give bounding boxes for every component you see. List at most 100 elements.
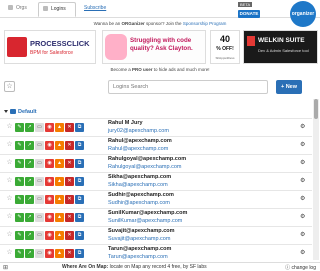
delete-icon[interactable]: ✕ <box>65 141 74 150</box>
delete-icon[interactable]: ✕ <box>65 213 74 222</box>
open-icon[interactable]: ↗ <box>25 213 34 222</box>
delete-icon[interactable]: ✕ <box>65 159 74 168</box>
card-icon[interactable]: ▭ <box>35 195 44 204</box>
login-username[interactable]: Sudhir@apexchamp.com <box>108 200 170 206</box>
lock-icon[interactable]: ▲ <box>55 213 64 222</box>
change-log-link[interactable]: ⓘ change log <box>285 264 316 271</box>
card-icon[interactable]: ▭ <box>35 213 44 222</box>
edit-icon[interactable]: ✎ <box>15 213 24 222</box>
open-icon[interactable]: ↗ <box>25 195 34 204</box>
copy-icon[interactable]: ⧉ <box>75 249 84 258</box>
delete-icon[interactable]: ✕ <box>65 123 74 132</box>
scrollbar[interactable] <box>313 99 319 260</box>
pro-user-link[interactable]: PRO user <box>132 67 153 72</box>
login-username[interactable]: Sikha@apexchamp.com <box>108 182 168 188</box>
login-row[interactable]: ☆ ✎ ↗ ▭ ◉ ▲ ✕ ⧉ Rahul M Jury jury02@apexchamp.com… <box>0 118 312 136</box>
login-row[interactable]: ☆ ✎ ↗ ▭ ◉ ▲ ✕ ⧉ Rahulgoyal@apexchamp.com Rahulgoy… <box>0 154 312 172</box>
card-icon[interactable]: ▭ <box>35 231 44 240</box>
edit-icon[interactable]: ✎ <box>15 141 24 150</box>
favorite-star-icon[interactable]: ☆ <box>6 177 13 186</box>
gears-icon[interactable]: ⚙ <box>300 177 305 184</box>
scrollbar-thumb[interactable] <box>314 99 318 119</box>
incognito-icon[interactable]: ◉ <box>45 195 54 204</box>
copy-icon[interactable]: ⧉ <box>75 159 84 168</box>
login-username[interactable]: Rahulgoyal@apexchamp.com <box>108 164 181 170</box>
login-row[interactable]: ☆ ✎ ↗ ▭ ◉ ▲ ✕ ⧉ Tarun@apexchamp.com Tarun@apexcha… <box>0 244 312 260</box>
new-login-button[interactable]: + New <box>276 80 302 94</box>
incognito-icon[interactable]: ◉ <box>45 141 54 150</box>
copy-icon[interactable]: ⧉ <box>75 141 84 150</box>
ad-clayton[interactable]: Struggling with code quality? Ask Clayto… <box>102 30 206 64</box>
ad-discount[interactable]: 40 % OFF! SFApps4Devs <box>210 30 240 64</box>
favorite-star-icon[interactable]: ☆ <box>6 195 13 204</box>
lock-icon[interactable]: ▲ <box>55 177 64 186</box>
login-username[interactable]: jury02@apexchamp.com <box>108 128 169 134</box>
incognito-icon[interactable]: ◉ <box>45 177 54 186</box>
gears-icon[interactable]: ⚙ <box>300 123 305 130</box>
lock-icon[interactable]: ▲ <box>55 195 64 204</box>
open-icon[interactable]: ↗ <box>25 141 34 150</box>
delete-icon[interactable]: ✕ <box>65 195 74 204</box>
incognito-icon[interactable]: ◉ <box>45 123 54 132</box>
card-icon[interactable]: ▭ <box>35 249 44 258</box>
ad-processclick[interactable]: PROCESSCLICK BPM for Salesforce <box>4 30 96 64</box>
lock-icon[interactable]: ▲ <box>55 123 64 132</box>
donate-button[interactable]: DONATE <box>238 10 260 18</box>
gears-icon[interactable]: ⚙ <box>300 249 305 256</box>
card-icon[interactable]: ▭ <box>35 159 44 168</box>
ad-welkin-suite[interactable]: WELKIN SUITE Dev & Admin Salesforce tool <box>243 30 318 64</box>
edit-icon[interactable]: ✎ <box>15 177 24 186</box>
open-icon[interactable]: ↗ <box>25 231 34 240</box>
sponsorship-link[interactable]: Sponsorship Program <box>183 21 227 26</box>
login-row[interactable]: ☆ ✎ ↗ ▭ ◉ ▲ ✕ ⧉ Sudhir@apexchamp.com Sudhir@apexc… <box>0 190 312 208</box>
delete-icon[interactable]: ✕ <box>65 231 74 240</box>
incognito-icon[interactable]: ◉ <box>45 159 54 168</box>
favorite-star-icon[interactable]: ☆ <box>6 249 13 258</box>
login-username[interactable]: Suvajit@apexchamp.com <box>108 236 170 242</box>
gears-icon[interactable]: ⚙ <box>300 159 305 166</box>
login-username[interactable]: Rahul@apexchamp.com <box>108 146 168 152</box>
tab-subscribe[interactable]: Subscribe <box>80 2 110 17</box>
login-username[interactable]: Tarun@apexchamp.com <box>108 254 168 260</box>
edit-icon[interactable]: ✎ <box>15 249 24 258</box>
login-username[interactable]: SunilKumar@apexchamp.com <box>108 218 182 224</box>
login-row[interactable]: ☆ ✎ ↗ ▭ ◉ ▲ ✕ ⧉ Suvajit@apexchamp.com Suvajit@ape… <box>0 226 312 244</box>
delete-icon[interactable]: ✕ <box>65 249 74 258</box>
gears-icon[interactable]: ⚙ <box>300 141 305 148</box>
card-icon[interactable]: ▭ <box>35 177 44 186</box>
favorite-star-icon[interactable]: ☆ <box>6 231 13 240</box>
favorite-star-icon[interactable]: ☆ <box>6 123 13 132</box>
gears-icon[interactable]: ⚙ <box>300 195 305 202</box>
login-row[interactable]: ☆ ✎ ↗ ▭ ◉ ▲ ✕ ⧉ Sikha@apexchamp.com Sikha@apexcha… <box>0 172 312 190</box>
lock-icon[interactable]: ▲ <box>55 141 64 150</box>
edit-icon[interactable]: ✎ <box>15 123 24 132</box>
open-icon[interactable]: ↗ <box>25 249 34 258</box>
incognito-icon[interactable]: ◉ <box>45 231 54 240</box>
open-icon[interactable]: ↗ <box>25 177 34 186</box>
lock-icon[interactable]: ▲ <box>55 159 64 168</box>
group-header-default[interactable]: Default <box>4 108 37 116</box>
edit-icon[interactable]: ✎ <box>15 159 24 168</box>
edit-icon[interactable]: ✎ <box>15 195 24 204</box>
incognito-icon[interactable]: ◉ <box>45 249 54 258</box>
delete-icon[interactable]: ✕ <box>65 177 74 186</box>
card-icon[interactable]: ▭ <box>35 141 44 150</box>
lock-icon[interactable]: ▲ <box>55 231 64 240</box>
open-icon[interactable]: ↗ <box>25 123 34 132</box>
favorites-star-icon[interactable]: ☆ <box>4 81 15 92</box>
incognito-icon[interactable]: ◉ <box>45 213 54 222</box>
login-row[interactable]: ☆ ✎ ↗ ▭ ◉ ▲ ✕ ⧉ SunilKumar@apexchamp.com SunilKum… <box>0 208 312 226</box>
gears-icon[interactable]: ⚙ <box>300 231 305 238</box>
copy-icon[interactable]: ⧉ <box>75 177 84 186</box>
tab-logins[interactable]: Logins <box>38 2 76 17</box>
edit-icon[interactable]: ✎ <box>15 231 24 240</box>
tab-orgs[interactable]: Orgs <box>4 2 31 17</box>
logins-search-input[interactable] <box>108 80 268 94</box>
card-icon[interactable]: ▭ <box>35 123 44 132</box>
copy-icon[interactable]: ⧉ <box>75 231 84 240</box>
favorite-star-icon[interactable]: ☆ <box>6 213 13 222</box>
favorite-star-icon[interactable]: ☆ <box>6 141 13 150</box>
gears-icon[interactable]: ⚙ <box>300 213 305 220</box>
copy-icon[interactable]: ⧉ <box>75 213 84 222</box>
copy-icon[interactable]: ⧉ <box>75 195 84 204</box>
